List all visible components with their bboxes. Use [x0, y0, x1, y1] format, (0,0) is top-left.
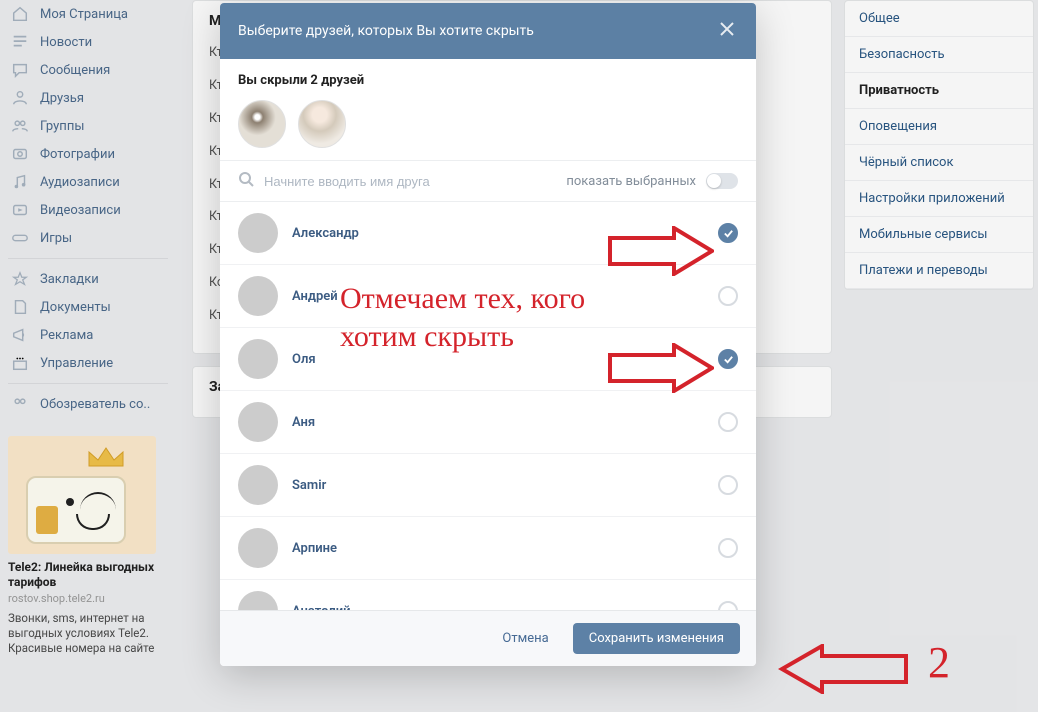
avatar: [238, 591, 278, 610]
friend-name: Аня: [292, 415, 704, 430]
cancel-button[interactable]: Отмена: [486, 623, 564, 654]
avatar: [238, 528, 278, 568]
checkbox-icon[interactable]: [718, 286, 738, 306]
checkbox-icon[interactable]: [718, 475, 738, 495]
modal: Выберите друзей, которых Вы хотите скрыт…: [220, 3, 756, 666]
show-selected-toggle[interactable]: [706, 173, 738, 189]
friend-name: Анатолий: [292, 604, 704, 611]
annotation-marker: 2: [928, 637, 950, 688]
friend-name: Александр: [292, 226, 704, 241]
friend-name: Оля: [292, 352, 704, 367]
avatar: [238, 402, 278, 442]
friend-name: Samir: [292, 478, 704, 493]
avatar: [238, 213, 278, 253]
friend-row[interactable]: Александр: [220, 202, 756, 265]
friend-row[interactable]: Анатолий: [220, 580, 756, 610]
friend-row[interactable]: Оля: [220, 328, 756, 391]
friend-row[interactable]: Samir: [220, 454, 756, 517]
search-input[interactable]: [264, 174, 556, 189]
checkbox-icon[interactable]: [718, 412, 738, 432]
friend-row[interactable]: Андрей: [220, 265, 756, 328]
hidden-friend-avatar[interactable]: [298, 100, 346, 148]
modal-title: Выберите друзей, которых Вы хотите скрыт…: [238, 23, 534, 39]
friend-name: Арпине: [292, 541, 704, 556]
search-icon: [238, 171, 254, 191]
avatar: [238, 276, 278, 316]
friend-row[interactable]: Аня: [220, 391, 756, 454]
hidden-friend-avatar[interactable]: [238, 100, 286, 148]
hidden-count: Вы скрыли 2 друзей: [238, 73, 738, 88]
avatar: [238, 465, 278, 505]
close-icon[interactable]: [716, 18, 738, 44]
friends-list: Александр Андрей Оля Аня Samir Арпине Анатолий: [220, 202, 756, 610]
modal-header: Выберите друзей, которых Вы хотите скрыт…: [220, 3, 756, 59]
avatar: [238, 339, 278, 379]
checkbox-icon[interactable]: [718, 538, 738, 558]
checkbox-icon[interactable]: [718, 601, 738, 610]
show-selected-label: показать выбранных: [566, 174, 696, 189]
checkbox-checked-icon[interactable]: [718, 223, 738, 243]
friend-row[interactable]: Арпине: [220, 517, 756, 580]
checkbox-checked-icon[interactable]: [718, 349, 738, 369]
save-button[interactable]: Сохранить изменения: [573, 623, 740, 654]
friend-name: Андрей: [292, 289, 704, 304]
